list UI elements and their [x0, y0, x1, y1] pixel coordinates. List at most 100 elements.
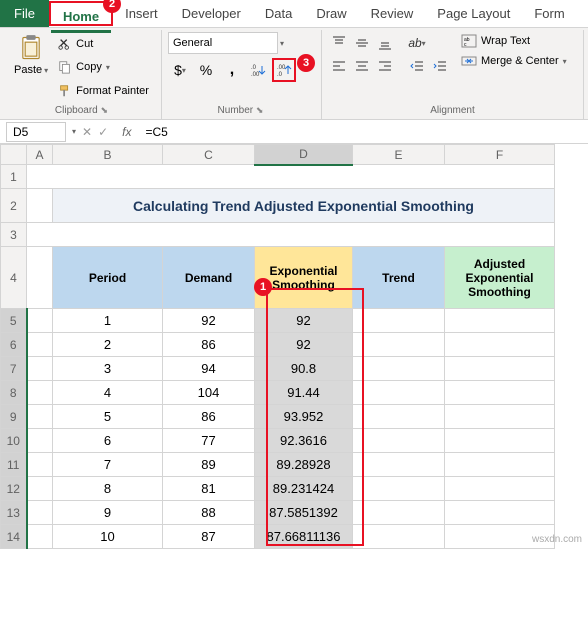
cell[interactable]: [27, 501, 53, 525]
row-header[interactable]: 11: [1, 453, 27, 477]
align-center-button[interactable]: [351, 56, 373, 78]
percent-button[interactable]: %: [194, 58, 218, 82]
paste-button[interactable]: Paste▾: [10, 32, 52, 103]
cell-period[interactable]: 5: [53, 405, 163, 429]
cell[interactable]: [27, 381, 53, 405]
comma-button[interactable]: ,: [220, 58, 244, 82]
cell[interactable]: [27, 525, 53, 549]
tab-home[interactable]: Home: [51, 3, 111, 33]
col-header-b[interactable]: B: [53, 145, 163, 165]
cell-adj[interactable]: [445, 501, 555, 525]
col-header-c[interactable]: C: [163, 145, 255, 165]
cell-exps[interactable]: 93.952: [255, 405, 353, 429]
chevron-down-icon[interactable]: ▾: [280, 39, 284, 48]
cell-trend[interactable]: [353, 405, 445, 429]
copy-button[interactable]: Copy▾: [56, 59, 151, 75]
cut-button[interactable]: Cut: [56, 36, 151, 52]
spreadsheet-grid[interactable]: A B C D E F 1 2Calculating Trend Adjuste…: [0, 144, 555, 549]
col-header-e[interactable]: E: [353, 145, 445, 165]
row-header[interactable]: 7: [1, 357, 27, 381]
cell[interactable]: [27, 247, 53, 309]
cell-period[interactable]: 3: [53, 357, 163, 381]
row-header[interactable]: 2: [1, 189, 27, 223]
cell-period[interactable]: 4: [53, 381, 163, 405]
header-adj[interactable]: Adjusted Exponential Smoothing: [445, 247, 555, 309]
cell-trend[interactable]: [353, 477, 445, 501]
cell-adj[interactable]: [445, 477, 555, 501]
cell-demand[interactable]: 86: [163, 333, 255, 357]
tab-review[interactable]: Review: [359, 0, 426, 27]
cell-adj[interactable]: [445, 381, 555, 405]
increase-decimal-button[interactable]: .0.00: [246, 58, 270, 82]
merge-center-button[interactable]: Merge & Center▾: [459, 52, 569, 70]
row-header[interactable]: 14: [1, 525, 27, 549]
cell-trend[interactable]: [353, 453, 445, 477]
cell-adj[interactable]: [445, 405, 555, 429]
cell-trend[interactable]: [353, 429, 445, 453]
header-period[interactable]: Period: [53, 247, 163, 309]
row-header[interactable]: 13: [1, 501, 27, 525]
cell-exps[interactable]: 91.44: [255, 381, 353, 405]
cell-period[interactable]: 2: [53, 333, 163, 357]
col-header-d[interactable]: D: [255, 145, 353, 165]
select-all-corner[interactable]: [1, 145, 27, 165]
number-launcher[interactable]: ⬊: [256, 105, 266, 115]
tab-developer[interactable]: Developer: [170, 0, 253, 27]
cell[interactable]: [27, 357, 53, 381]
row-header[interactable]: 10: [1, 429, 27, 453]
cell-exps[interactable]: 87.5851392: [255, 501, 353, 525]
decrease-decimal-button[interactable]: .00.0: [272, 58, 296, 82]
align-right-button[interactable]: [374, 56, 396, 78]
cancel-formula-button[interactable]: ✕: [82, 125, 92, 139]
cell-exps[interactable]: 89.231424: [255, 477, 353, 501]
cell-trend[interactable]: [353, 381, 445, 405]
cell[interactable]: [27, 223, 555, 247]
row-header[interactable]: 4: [1, 247, 27, 309]
col-header-a[interactable]: A: [27, 145, 53, 165]
align-top-button[interactable]: [328, 32, 350, 54]
clipboard-launcher[interactable]: ⬊: [101, 105, 111, 115]
title-cell[interactable]: Calculating Trend Adjusted Exponential S…: [53, 189, 555, 223]
cell-trend[interactable]: [353, 309, 445, 333]
cell-period[interactable]: 10: [53, 525, 163, 549]
cell-demand[interactable]: 92: [163, 309, 255, 333]
cell-adj[interactable]: [445, 357, 555, 381]
decrease-indent-button[interactable]: [406, 56, 428, 78]
tab-draw[interactable]: Draw: [304, 0, 358, 27]
format-painter-button[interactable]: Format Painter: [56, 83, 151, 99]
header-trend[interactable]: Trend: [353, 247, 445, 309]
cell-trend[interactable]: [353, 525, 445, 549]
cell-exps[interactable]: 92.3616: [255, 429, 353, 453]
cell-demand[interactable]: 77: [163, 429, 255, 453]
cell-period[interactable]: 7: [53, 453, 163, 477]
cell-exps[interactable]: 89.28928: [255, 453, 353, 477]
cell-period[interactable]: 8: [53, 477, 163, 501]
tab-data[interactable]: Data: [253, 0, 304, 27]
row-header[interactable]: 6: [1, 333, 27, 357]
cell-adj[interactable]: [445, 453, 555, 477]
number-format-select[interactable]: [168, 32, 278, 54]
cell-demand[interactable]: 81: [163, 477, 255, 501]
tab-formulas[interactable]: Form: [522, 0, 576, 27]
formula-input[interactable]: [139, 123, 588, 141]
row-header[interactable]: 5: [1, 309, 27, 333]
tab-insert[interactable]: Insert: [113, 0, 170, 27]
header-exps[interactable]: Exponential Smoothing: [255, 247, 353, 309]
cell-exps[interactable]: 92: [255, 333, 353, 357]
accounting-format-button[interactable]: $▾: [168, 58, 192, 82]
cell-demand[interactable]: 89: [163, 453, 255, 477]
cell-exps[interactable]: 87.66811136: [255, 525, 353, 549]
cell-demand[interactable]: 87: [163, 525, 255, 549]
fx-icon[interactable]: fx: [114, 125, 139, 139]
increase-indent-button[interactable]: [429, 56, 451, 78]
cell[interactable]: [27, 309, 53, 333]
name-box[interactable]: [6, 122, 66, 142]
wrap-text-button[interactable]: abcWrap Text: [459, 32, 569, 50]
cell[interactable]: [27, 189, 53, 223]
cell[interactable]: [27, 429, 53, 453]
cell[interactable]: [27, 165, 555, 189]
enter-formula-button[interactable]: ✓: [98, 125, 108, 139]
align-middle-button[interactable]: [351, 32, 373, 54]
cell[interactable]: [27, 333, 53, 357]
cell-trend[interactable]: [353, 333, 445, 357]
